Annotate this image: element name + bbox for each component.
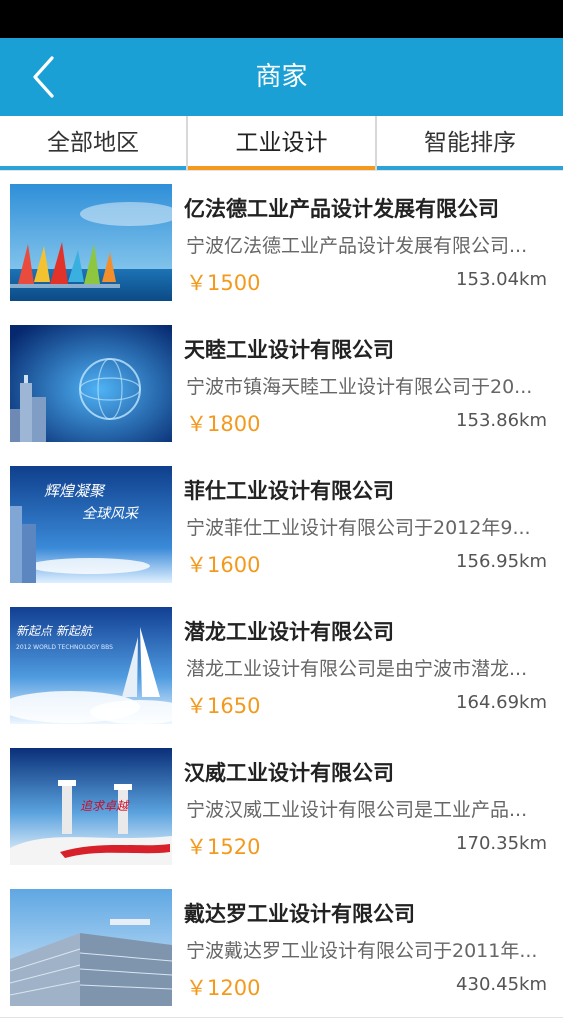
list-item[interactable]: 戴达罗工业设计有限公司 宁波戴达罗工业设计有限公司于2011年... ￥1200… bbox=[0, 876, 563, 1018]
merchant-description: 宁波菲仕工业设计有限公司于2012年9... bbox=[186, 517, 531, 539]
filter-tabs: 全部地区 工业设计 智能排序 bbox=[0, 116, 563, 171]
merchant-description: 宁波市镇海天睦工业设计有限公司于20... bbox=[186, 376, 533, 398]
merchant-distance: 156.95km bbox=[456, 551, 547, 572]
merchant-thumbnail: 新起点 新起航 2012 WORLD TECHNOLOGY BBS bbox=[10, 607, 172, 724]
merchant-thumbnail bbox=[10, 889, 172, 1006]
merchant-thumbnail bbox=[10, 325, 172, 442]
merchant-price: ￥1650 bbox=[186, 694, 261, 718]
thumbnail-text: 新起点 新起航 bbox=[16, 624, 94, 638]
tab-label: 智能排序 bbox=[424, 130, 516, 156]
merchant-price: ￥1520 bbox=[186, 835, 261, 859]
thumbnail-text: 辉煌凝聚 bbox=[44, 482, 106, 500]
merchant-distance: 153.86km bbox=[456, 410, 547, 431]
tab-sort[interactable]: 智能排序 bbox=[377, 116, 563, 170]
merchant-price: ￥1800 bbox=[186, 412, 261, 436]
merchant-distance: 170.35km bbox=[456, 833, 547, 854]
merchant-distance: 430.45km bbox=[456, 974, 547, 995]
tab-label: 工业设计 bbox=[235, 130, 328, 156]
list-item[interactable]: 辉煌凝聚 全球风采 菲仕工业设计有限公司 宁波菲仕工业设计有限公司于2012年9… bbox=[0, 453, 563, 595]
list-item[interactable]: 亿法德工业产品设计发展有限公司 宁波亿法德工业产品设计发展有限公司... ￥15… bbox=[0, 171, 563, 313]
tab-underline bbox=[377, 166, 563, 170]
merchant-description: 宁波亿法德工业产品设计发展有限公司... bbox=[186, 235, 528, 257]
merchant-name: 戴达罗工业设计有限公司 bbox=[184, 902, 415, 926]
merchant-thumbnail: 辉煌凝聚 全球风采 bbox=[10, 466, 172, 583]
thumbnail-text: 追求卓越 bbox=[80, 799, 130, 813]
merchant-distance: 164.69km bbox=[456, 692, 547, 713]
merchant-thumbnail: 追求卓越 bbox=[10, 748, 172, 865]
active-tab-indicator bbox=[188, 166, 375, 170]
merchant-description: 宁波汉威工业设计有限公司是工业产品... bbox=[186, 799, 528, 821]
merchant-name: 天睦工业设计有限公司 bbox=[184, 338, 394, 362]
merchant-description: 潜龙工业设计有限公司是由宁波市潜龙... bbox=[186, 658, 528, 680]
merchant-name: 菲仕工业设计有限公司 bbox=[184, 479, 394, 503]
list-item[interactable]: 追求卓越 汉威工业设计有限公司 宁波汉威工业设计有限公司是工业产品... ￥15… bbox=[0, 735, 563, 877]
merchant-name: 潜龙工业设计有限公司 bbox=[184, 620, 394, 644]
merchant-description: 宁波戴达罗工业设计有限公司于2011年... bbox=[186, 940, 538, 962]
tab-underline bbox=[0, 166, 186, 170]
tab-label: 全部地区 bbox=[47, 130, 139, 156]
page-title: 商家 bbox=[255, 62, 308, 92]
tab-category[interactable]: 工业设计 bbox=[188, 116, 375, 170]
merchant-name: 亿法德工业产品设计发展有限公司 bbox=[184, 197, 499, 221]
tab-region[interactable]: 全部地区 bbox=[0, 116, 186, 170]
merchant-price: ￥1200 bbox=[186, 976, 261, 1000]
list-item[interactable]: 新起点 新起航 2012 WORLD TECHNOLOGY BBS 潜龙工业设计… bbox=[0, 594, 563, 736]
merchant-thumbnail bbox=[10, 184, 172, 301]
thumbnail-text: 2012 WORLD TECHNOLOGY BBS bbox=[16, 644, 113, 651]
list-item[interactable]: 天睦工业设计有限公司 宁波市镇海天睦工业设计有限公司于20... ￥1800 1… bbox=[0, 312, 563, 454]
app-bar: 商家 bbox=[0, 38, 563, 116]
merchant-name: 汉威工业设计有限公司 bbox=[184, 761, 394, 785]
merchant-price: ￥1500 bbox=[186, 271, 261, 295]
status-bar bbox=[0, 0, 563, 38]
merchant-price: ￥1600 bbox=[186, 553, 261, 577]
thumbnail-text: 全球风采 bbox=[82, 506, 140, 522]
merchant-distance: 153.04km bbox=[456, 269, 547, 290]
